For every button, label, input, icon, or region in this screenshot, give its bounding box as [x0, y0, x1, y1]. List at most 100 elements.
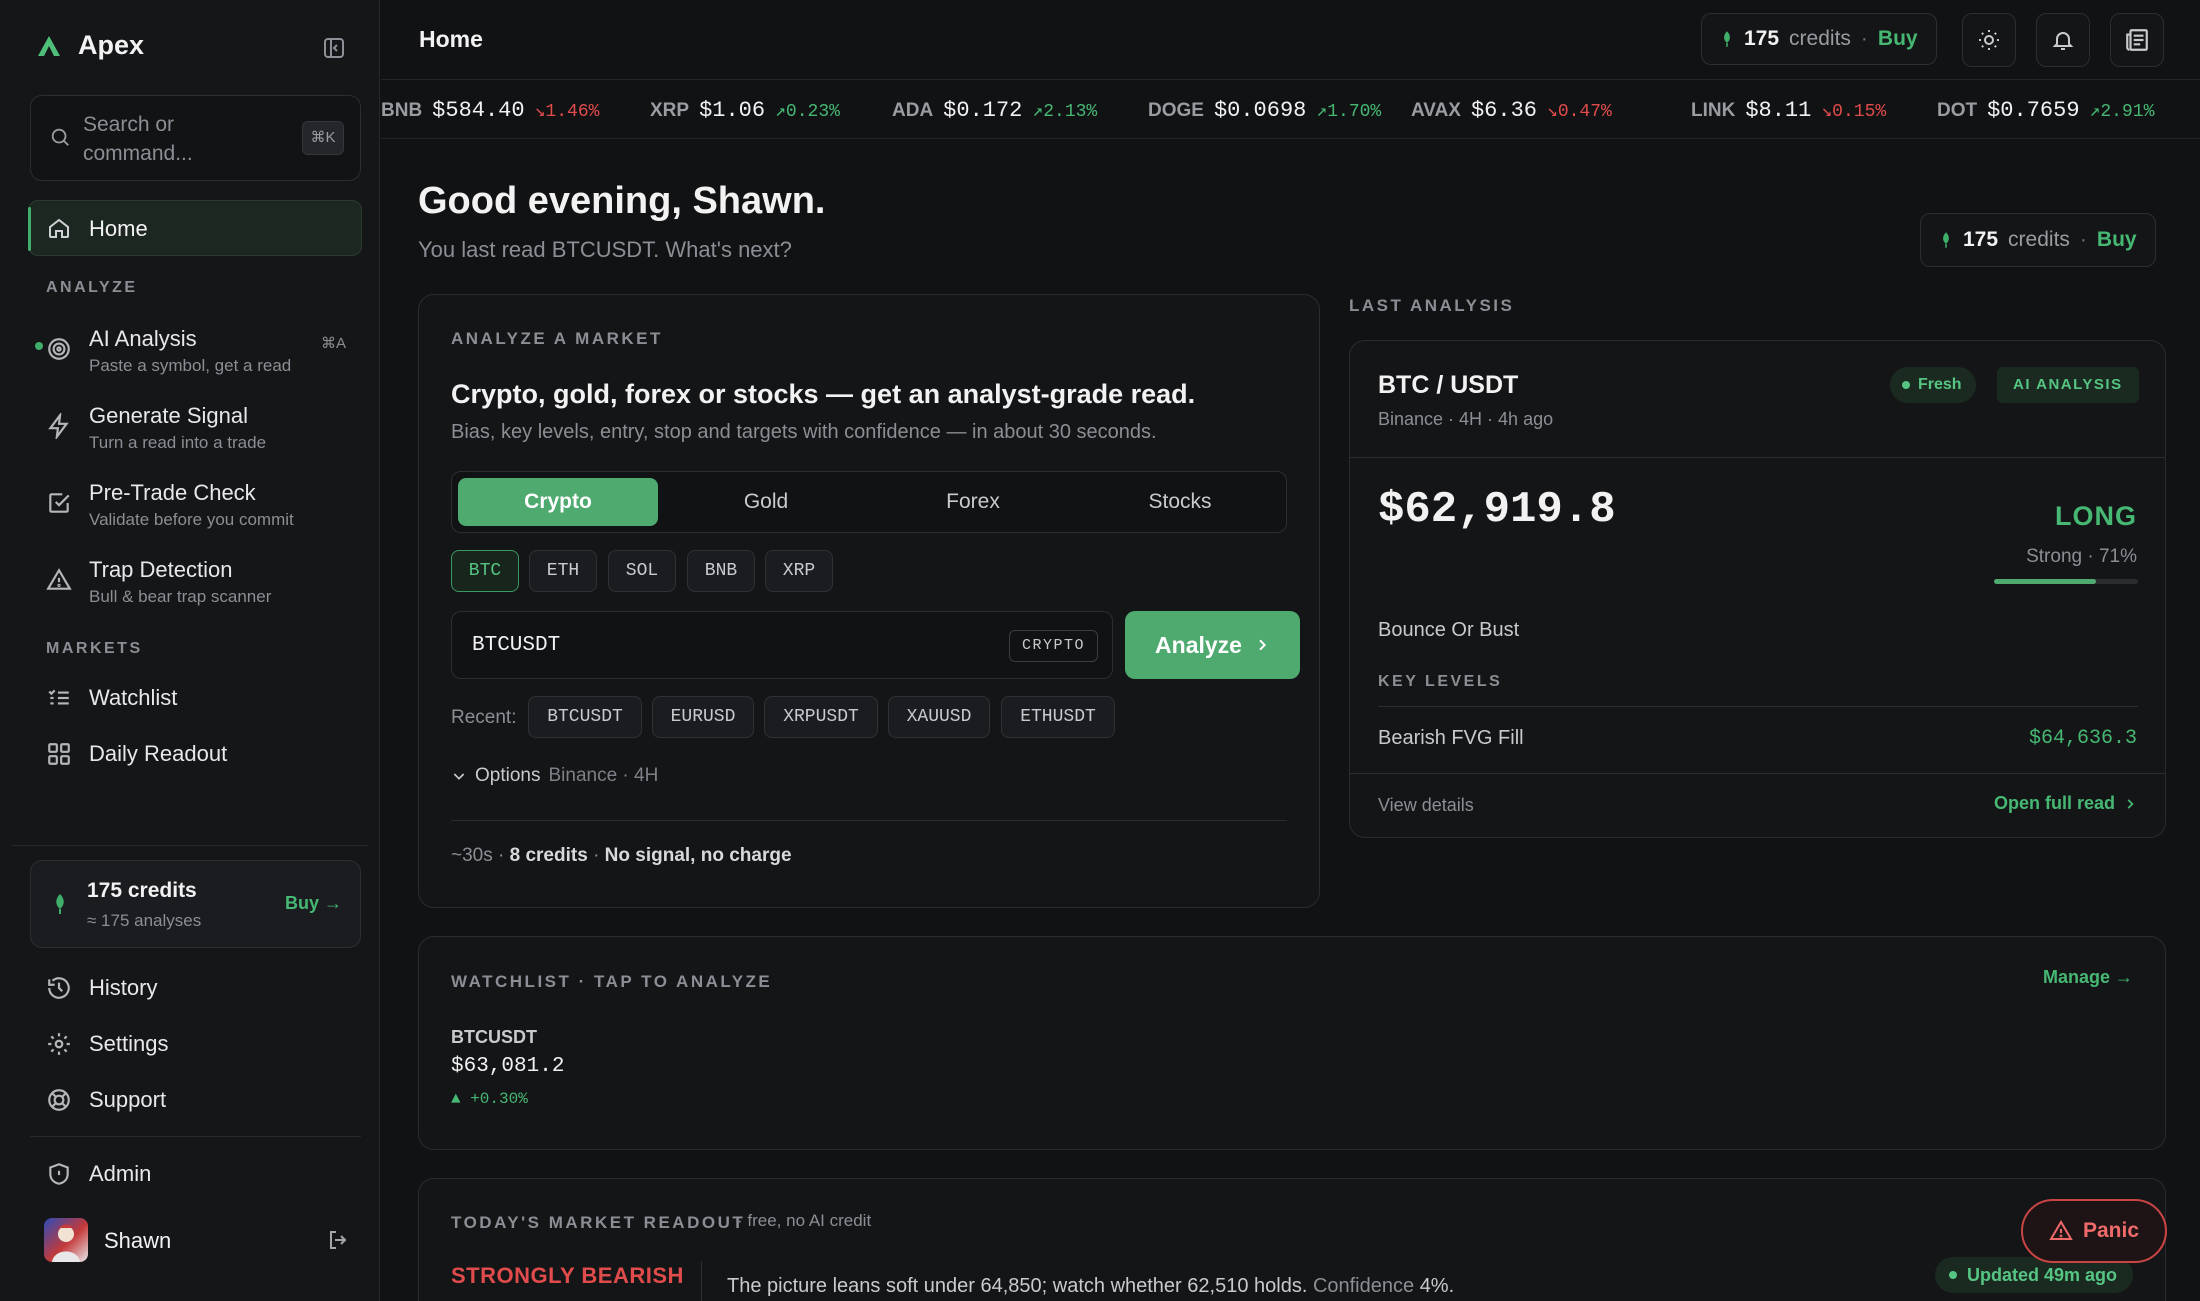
sidebar-item-pre-trade-check[interactable]: Pre-Trade Check Validate before you comm…: [30, 478, 360, 544]
analysis-price: $62,919.8: [1378, 485, 1616, 535]
ai-analysis-badge: AI ANALYSIS: [1997, 367, 2139, 403]
level-value: $64,636.3: [2028, 727, 2137, 750]
sidebar-item-sub: Turn a read into a trade: [89, 433, 267, 452]
recent-chip[interactable]: EURUSD: [652, 696, 754, 738]
page-credits-pill[interactable]: 175 credits · Buy: [1920, 213, 2156, 267]
sidebar-item-watchlist[interactable]: Watchlist: [30, 676, 360, 720]
last-analysis-card[interactable]: BTC / USDT Binance · 4H · 4h ago Fresh A…: [1349, 340, 2166, 838]
collapse-sidebar-icon[interactable]: [322, 36, 348, 62]
recent-label: Recent:: [451, 707, 517, 728]
ticker-change: ↗2.13%: [1032, 102, 1098, 122]
key-levels-label: KEY LEVELS: [1378, 673, 1503, 690]
top-credits-pill[interactable]: 175 credits · Buy: [1701, 13, 1937, 65]
quick-symbol-eth[interactable]: ETH: [529, 550, 597, 592]
shield-icon: [49, 1163, 69, 1185]
divider: [1350, 773, 2166, 774]
sidebar-item-generate-signal[interactable]: Generate Signal Turn a read into a trade: [30, 401, 360, 467]
recent-chip[interactable]: ETHUSDT: [1001, 696, 1115, 738]
options-toggle[interactable]: Options Binance · 4H: [451, 765, 658, 787]
ticker-item[interactable]: XRP $1.06 ↗0.23%: [650, 98, 840, 123]
news-button[interactable]: [2110, 13, 2164, 67]
avatar: [44, 1218, 88, 1262]
quick-symbol-xrp[interactable]: XRP: [765, 550, 833, 592]
logout-icon[interactable]: [326, 1228, 350, 1252]
sidebar-item-daily-readout[interactable]: Daily Readout: [30, 732, 360, 776]
leaf-icon: [1724, 31, 1730, 47]
credits-sub: ≈ 175 analyses: [87, 911, 202, 930]
symbol-input[interactable]: BTCUSDT CRYPTO: [451, 611, 1113, 679]
asset-class-tag: CRYPTO: [1008, 630, 1098, 662]
manage-watchlist-link[interactable]: Manage →: [2043, 967, 2133, 988]
confidence-value: 4%.: [1419, 1275, 1455, 1297]
sidebar-item-trap-detection[interactable]: Trap Detection Bull & bear trap scanner: [30, 555, 360, 621]
credits-title: 175 credits: [87, 879, 197, 902]
ticker-item[interactable]: AVAX $6.36 ↘0.47%: [1411, 98, 1612, 123]
footer-time: ~30s ·: [451, 845, 505, 866]
open-full-read-link[interactable]: Open full read: [1994, 793, 2137, 814]
watchlist-card: WATCHLIST · TAP TO ANALYZE Manage → BTCU…: [418, 936, 2166, 1150]
ticker-item[interactable]: ADA $0.172 ↗2.13%: [892, 98, 1097, 123]
buy-credits-link[interactable]: Buy: [1878, 27, 1918, 51]
symbol-input-value: BTCUSDT: [472, 634, 561, 657]
sidebar-item-home[interactable]: Home: [28, 200, 362, 256]
tab-stocks[interactable]: Stocks: [1080, 478, 1280, 526]
tab-forex[interactable]: Forex: [873, 478, 1073, 526]
quick-symbol-bnb[interactable]: BNB: [687, 550, 755, 592]
buy-credits-link[interactable]: Buy: [2097, 228, 2137, 252]
recent-chip[interactable]: BTCUSDT: [528, 696, 642, 738]
sidebar-item-support[interactable]: Support: [30, 1078, 360, 1122]
theme-toggle-button[interactable]: [1962, 13, 2016, 67]
brand[interactable]: Apex: [36, 30, 144, 61]
credits-word: credits: [2008, 228, 2070, 251]
recent-chip[interactable]: XRPUSDT: [764, 696, 878, 738]
readout-bias: STRONGLY BEARISH: [451, 1263, 684, 1288]
tab-gold[interactable]: Gold: [666, 478, 866, 526]
sidebar-item-ai-analysis[interactable]: AI Analysis Paste a symbol, get a read ⌘…: [30, 324, 360, 390]
sidebar-item-settings[interactable]: Settings: [30, 1022, 360, 1066]
ticker-price: $0.0698: [1213, 98, 1307, 123]
divider: [1378, 706, 2138, 707]
sidebar-item-admin[interactable]: Admin: [30, 1152, 360, 1196]
card-label: TODAY'S MARKET READOUT: [451, 1213, 746, 1232]
divider: [701, 1261, 702, 1301]
pair-meta: Binance · 4H · 4h ago: [1378, 409, 1554, 429]
ticker-item[interactable]: LINK $8.11 ↘0.15%: [1691, 98, 1886, 123]
user-row[interactable]: Shawn: [44, 1218, 354, 1264]
ticker-item[interactable]: BNB $584.40 ↘1.46%: [381, 98, 599, 123]
buy-credits-link[interactable]: Buy →: [285, 893, 342, 914]
credits-card[interactable]: 175 credits ≈ 175 analyses Buy →: [30, 860, 361, 948]
footer-charge-note: No signal, no charge: [604, 845, 792, 866]
tab-crypto[interactable]: Crypto: [458, 478, 658, 526]
confidence-label: Confidence: [1312, 1275, 1415, 1297]
analyze-button[interactable]: Analyze: [1125, 611, 1300, 679]
ticker-change: ↗2.91%: [2089, 102, 2155, 122]
leaf-icon: [56, 894, 64, 914]
newspaper-icon: [2126, 29, 2148, 51]
ticker-item[interactable]: DOT $0.7659 ↗2.91%: [1937, 98, 2154, 123]
notifications-button[interactable]: [2036, 13, 2090, 67]
quick-symbol-btc[interactable]: BTC: [451, 550, 519, 592]
ticker-symbol: ADA: [892, 100, 934, 121]
market-readout-card: TODAY'S MARKET READOUT · free, no AI cre…: [418, 1178, 2166, 1301]
card-label: ANALYZE A MARKET: [451, 329, 663, 348]
sidebar-item-sub: Bull & bear trap scanner: [89, 587, 272, 606]
quick-symbol-sol[interactable]: SOL: [608, 550, 676, 592]
lifebuoy-icon: [48, 1089, 70, 1111]
top-bar: Home 175 credits · Buy: [381, 0, 2200, 80]
search-input[interactable]: Search or command... ⌘K: [30, 95, 361, 181]
sidebar-item-label: Generate Signal: [89, 403, 248, 428]
view-details-link[interactable]: View details: [1378, 795, 1474, 816]
sidebar-item-history[interactable]: History: [30, 966, 360, 1010]
strength-bar: [1994, 579, 2138, 584]
ticker-change: ↘1.46%: [534, 102, 600, 122]
greeting-subtitle: You last read BTCUSDT. What's next?: [418, 237, 792, 262]
recent-chip[interactable]: XAUUSD: [888, 696, 990, 738]
analyze-description: Bias, key levels, entry, stop and target…: [451, 421, 1157, 443]
panic-button[interactable]: Panic: [2021, 1199, 2167, 1263]
credits-count: 175: [1963, 228, 1999, 251]
panic-label: Panic: [2082, 1219, 2140, 1242]
ticker-change: ↘0.15%: [1821, 102, 1887, 122]
pair-name: BTC / USDT: [1378, 371, 1519, 399]
ticker-item[interactable]: DOGE $0.0698 ↗1.70%: [1148, 98, 1381, 123]
analyze-headline: Crypto, gold, forex or stocks — get an a…: [451, 379, 1196, 409]
